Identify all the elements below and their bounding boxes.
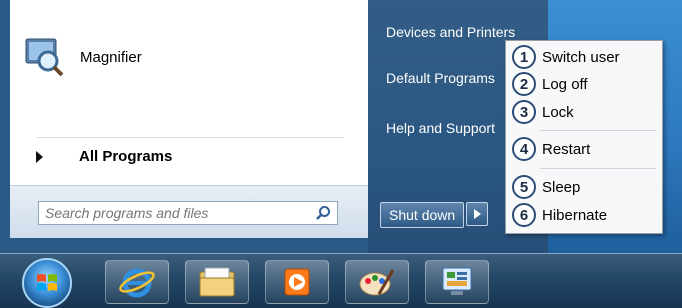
start-button[interactable] <box>22 258 72 308</box>
shutdown-button[interactable]: Shut down <box>380 202 465 228</box>
menu-item-label: Restart <box>542 140 591 158</box>
callout-number: 3 <box>512 100 536 124</box>
menu-item-label: Sleep <box>542 178 581 196</box>
paint-icon <box>359 269 395 296</box>
menu-item-restart[interactable]: 4 Restart <box>506 137 590 161</box>
link-default-programs[interactable]: Default Programs <box>386 70 495 86</box>
menu-divider <box>540 130 656 131</box>
control-panel-icon <box>442 267 472 295</box>
menu-item-label: Log off <box>542 75 588 93</box>
taskbar-internet-explorer[interactable] <box>105 260 169 304</box>
all-programs-label: All Programs <box>79 148 173 165</box>
taskbar-file-explorer[interactable] <box>185 260 249 304</box>
callout-number: 1 <box>512 45 536 69</box>
link-devices-printers[interactable]: Devices and Printers <box>386 24 515 40</box>
expand-arrow-icon <box>36 150 43 163</box>
taskbar-paint[interactable] <box>345 260 409 304</box>
link-help-support[interactable]: Help and Support <box>386 120 495 136</box>
program-label: Magnifier <box>80 48 142 66</box>
all-programs-button[interactable]: All Programs <box>36 148 172 165</box>
windows-logo-icon <box>37 274 57 291</box>
callout-number: 5 <box>512 175 536 199</box>
callout-number: 2 <box>512 72 536 96</box>
taskbar-control-panel[interactable] <box>425 260 489 304</box>
internet-explorer-icon <box>119 268 155 298</box>
divider <box>36 137 344 138</box>
callout-number: 6 <box>512 203 536 227</box>
taskbar-media-player[interactable] <box>265 260 329 304</box>
menu-item-log-off[interactable]: 2 Log off <box>506 72 588 96</box>
menu-item-hibernate[interactable]: 6 Hibernate <box>506 203 607 227</box>
file-explorer-icon <box>199 267 235 297</box>
menu-item-lock[interactable]: 3 Lock <box>506 100 574 124</box>
search-box <box>38 201 338 225</box>
menu-item-label: Switch user <box>542 48 620 66</box>
menu-divider <box>540 168 656 169</box>
menu-item-sleep[interactable]: 5 Sleep <box>506 175 580 199</box>
menu-item-label: Hibernate <box>542 206 608 224</box>
search-icon[interactable] <box>315 205 331 221</box>
media-player-icon <box>284 268 310 296</box>
shutdown-group: Shut down <box>380 202 489 228</box>
search-input[interactable] <box>39 202 321 224</box>
menu-item-switch-user[interactable]: 1 Switch user <box>506 45 620 69</box>
search-area <box>10 185 368 238</box>
taskbar <box>0 253 682 308</box>
shutdown-options-arrow-button[interactable] <box>466 202 489 226</box>
program-item-magnifier[interactable]: Magnifier <box>22 35 142 79</box>
menu-item-label: Lock <box>542 103 574 121</box>
callout-number: 4 <box>512 137 536 161</box>
magnifier-icon <box>25 38 64 77</box>
shutdown-options-menu: 1 Switch user 2 Log off 3 Lock 4 Restart… <box>505 40 663 234</box>
